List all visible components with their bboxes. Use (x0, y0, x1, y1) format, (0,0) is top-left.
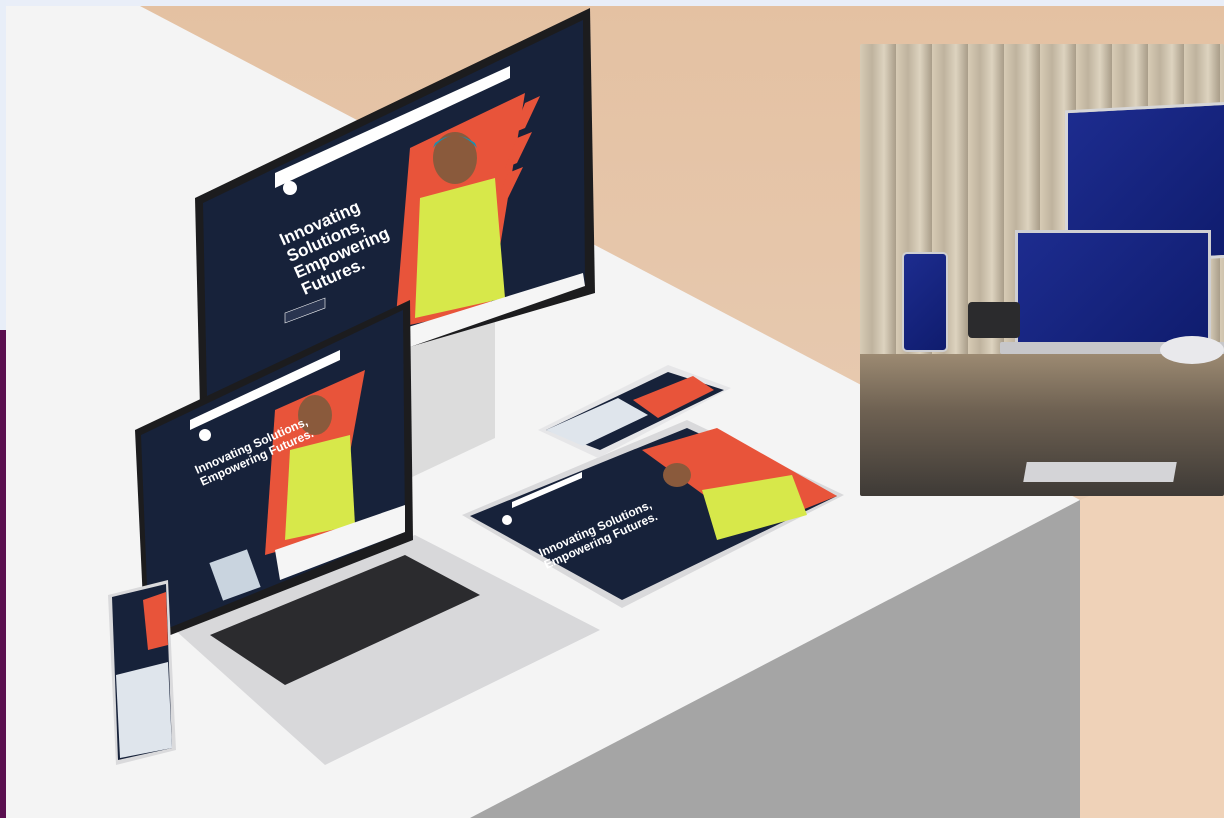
phone-landscape-frame (538, 365, 731, 458)
photo-laptop-screen (1015, 230, 1211, 348)
laptop-worker-vest (285, 435, 355, 540)
laptop-logo-icon (199, 429, 211, 441)
tablet-logo-icon (502, 515, 512, 525)
left-edge-purple (0, 330, 6, 818)
right-wall (1080, 440, 1224, 818)
desk-photo (860, 44, 1224, 496)
worker-head (433, 132, 477, 184)
photo-keyboard (1023, 462, 1177, 482)
camera (968, 302, 1020, 338)
phone-portrait-frame (108, 580, 176, 765)
tablet-worker-head (663, 463, 691, 487)
mockup-scene: Innovating Solutions, Empowering Futures… (0, 0, 1224, 818)
left-edge-light (0, 0, 6, 330)
phone-portrait-photo (116, 662, 172, 758)
photo-phone-screen (902, 252, 948, 352)
top-edge (0, 0, 1224, 6)
phone-portrait (108, 580, 178, 765)
brand-logo-icon (283, 181, 297, 195)
mouse (1160, 336, 1224, 364)
phone-landscape (538, 360, 733, 460)
